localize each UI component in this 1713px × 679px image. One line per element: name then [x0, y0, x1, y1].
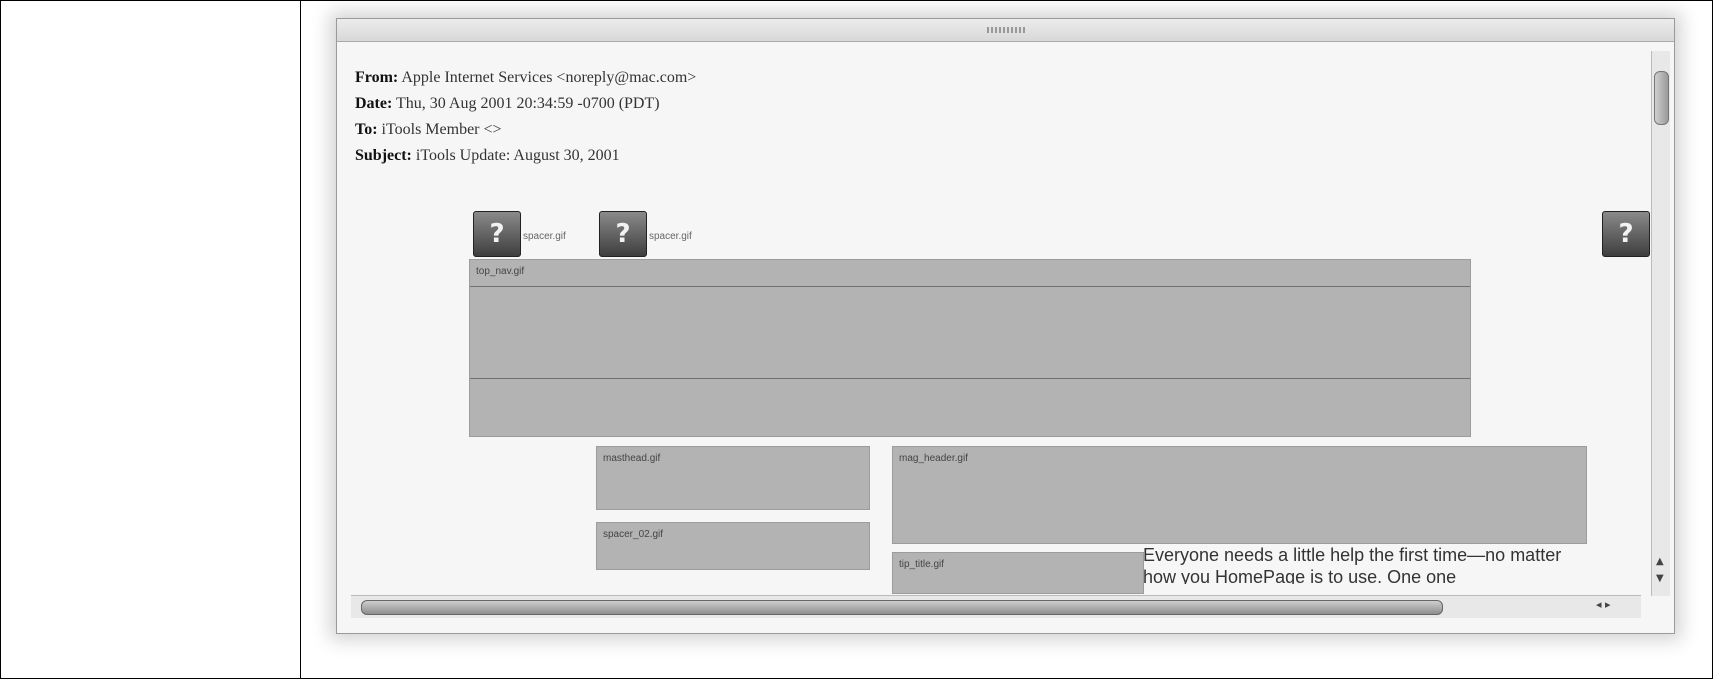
from-value: Apple Internet Services <noreply@mac.com…: [401, 69, 697, 86]
image-placeholder-label: mag_header.gif: [899, 453, 968, 464]
image-placeholder-label: spacer_02.gif: [603, 529, 664, 540]
scroll-down-arrow-icon[interactable]: ▼: [1656, 573, 1664, 584]
scroll-up-arrow-icon[interactable]: ▲: [1656, 556, 1664, 567]
top-nav-image-placeholder: top_nav.gif: [469, 259, 1471, 437]
magazine-header-image-placeholder: mag_header.gif: [892, 446, 1587, 544]
broken-image-icon: ?: [473, 211, 521, 257]
image-placeholder-label: masthead.gif: [603, 453, 661, 464]
date-row: Date: Thu, 30 Aug 2001 20:34:59 -0700 (P…: [355, 91, 696, 117]
subject-label: Subject:: [355, 147, 412, 164]
divider-line: [470, 378, 1470, 379]
to-value: iTools Member <>: [381, 121, 502, 138]
horizontal-scroll-thumb[interactable]: [361, 600, 1443, 615]
subject-value: iTools Update: August 30, 2001: [415, 147, 620, 164]
left-column: [0, 0, 301, 679]
subject-row: Subject: iTools Update: August 30, 2001: [355, 143, 696, 169]
vertical-scrollbar[interactable]: ▲ ▼: [1651, 51, 1670, 596]
image-placeholder-label: tip_title.gif: [899, 559, 945, 570]
body-text: Everyone needs a little help the first t…: [1143, 545, 1562, 584]
broken-image-label: spacer.gif: [649, 231, 692, 242]
to-row: To: iTools Member <>: [355, 117, 696, 143]
email-headers: From: Apple Internet Services <noreply@m…: [355, 65, 696, 169]
date-value: Thu, 30 Aug 2001 20:34:59 -0700 (PDT): [396, 95, 660, 112]
spacer-image-placeholder: spacer_02.gif: [596, 522, 870, 570]
to-label: To:: [355, 121, 378, 138]
broken-image-icon: ?: [1602, 211, 1650, 257]
window-titlebar[interactable]: [337, 19, 1674, 42]
tip-title-image-placeholder: tip_title.gif: [892, 552, 1144, 594]
vertical-scroll-thumb[interactable]: [1654, 71, 1669, 125]
horizontal-scrollbar[interactable]: ◂ ▸: [351, 595, 1641, 618]
titlebar-grip[interactable]: [987, 27, 1027, 33]
image-placeholder-label: top_nav.gif: [476, 266, 525, 277]
from-row: From: Apple Internet Services <noreply@m…: [355, 65, 696, 91]
date-label: Date:: [355, 95, 393, 112]
from-label: From:: [355, 69, 399, 86]
broken-image-label: spacer.gif: [523, 231, 566, 242]
horizontal-scroll-arrows-icon[interactable]: ◂ ▸: [1596, 598, 1611, 611]
broken-image-icon: ?: [599, 211, 647, 257]
email-window: From: Apple Internet Services <noreply@m…: [336, 18, 1675, 634]
masthead-image-placeholder: masthead.gif: [596, 446, 870, 510]
divider-line: [470, 286, 1470, 287]
